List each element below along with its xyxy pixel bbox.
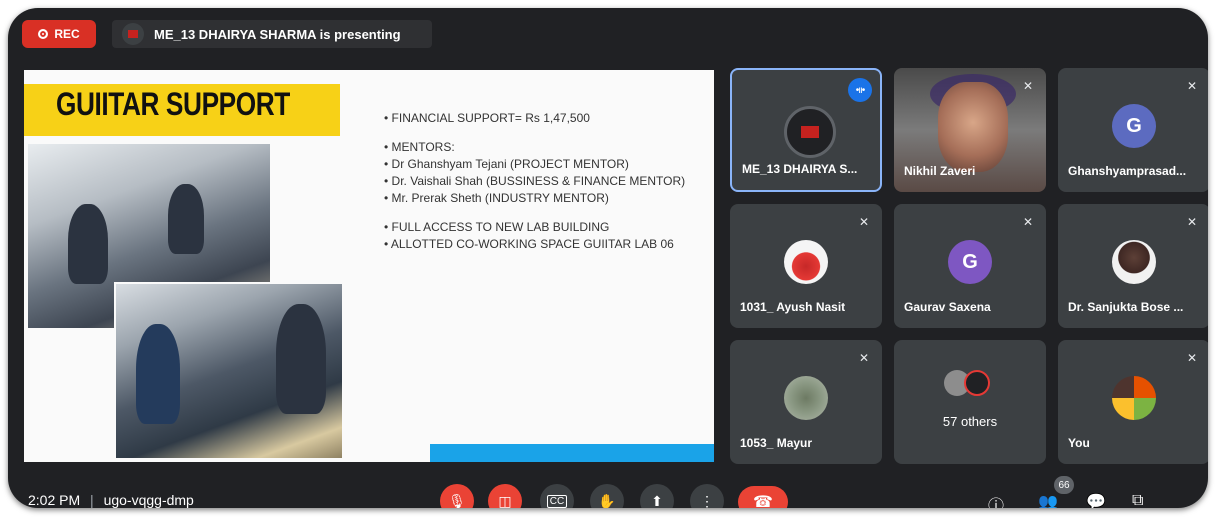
bullet-coworking: • ALLOTTED CO-WORKING SPACE GUIITAR LAB …: [384, 237, 674, 251]
participant-tile[interactable]: ✕ 1053_ Mayur: [730, 340, 882, 464]
photo-person: [168, 184, 204, 254]
participant-tile[interactable]: ✕ G Gaurav Saxena: [894, 204, 1046, 328]
raise-hand-button[interactable]: ✋: [590, 484, 624, 508]
bullet-mentor-1: • Dr Ghanshyam Tejani (PROJECT MENTOR): [384, 157, 629, 171]
slide-title: GUIITAR SUPPORT: [56, 86, 290, 122]
speaking-indicator-icon: •ıı•: [848, 78, 872, 102]
meet-window: REC ME_13 DHAIRYA SHARMA is presenting G…: [8, 8, 1208, 508]
avatar: [784, 240, 828, 284]
participant-tile[interactable]: •ıı• ME_13 DHAIRYA S...: [730, 68, 882, 192]
participant-tile-you[interactable]: ✕ You: [1058, 340, 1208, 464]
slide-photo-lab-2: [114, 282, 344, 460]
mic-off-icon: ✕: [1022, 215, 1034, 229]
present-screen-icon: ⬆: [651, 492, 663, 509]
meeting-info-text: 2:02 PM | ugo-vqgg-dmp: [28, 492, 194, 508]
participant-tile[interactable]: ✕ Dr. Sanjukta Bose ...: [1058, 204, 1208, 328]
participant-name: Nikhil Zaveri: [904, 164, 976, 178]
mic-off-icon: ✕: [1186, 79, 1198, 93]
avatar: [784, 106, 836, 158]
avatar: G: [948, 240, 992, 284]
presenting-text: ME_13 DHAIRYA SHARMA is presenting: [154, 26, 401, 42]
bullet-mentor-2: • Dr. Vaishali Shah (BUSSINESS & FINANCE…: [384, 174, 686, 188]
bullet-lab-access: • FULL ACCESS TO NEW LAB BUILDING: [384, 220, 610, 234]
camera-off-icon: ◫: [498, 492, 512, 509]
participant-tile[interactable]: ✕ G Ghanshyamprasad...: [1058, 68, 1208, 192]
recording-badge: REC: [22, 20, 96, 48]
bullet-financial: • FINANCIAL SUPPORT= Rs 1,47,500: [384, 111, 590, 125]
info-icon[interactable]: ⓘ: [988, 492, 1004, 508]
participant-tile[interactable]: ✕ Nikhil Zaveri: [894, 68, 1046, 192]
avatar: [964, 370, 990, 396]
more-options-button[interactable]: ⋮: [690, 484, 724, 508]
participant-name: Ghanshyamprasad...: [1068, 164, 1187, 178]
leave-call-button[interactable]: ☎: [738, 486, 788, 508]
presenter-avatar: [122, 23, 144, 45]
people-count-badge: 66: [1054, 476, 1074, 494]
mic-off-icon: ✕: [1186, 351, 1198, 365]
mic-off-icon: 🎙: [448, 492, 466, 509]
slide-bullets: • FINANCIAL SUPPORT= Rs 1,47,500 • MENTO…: [384, 110, 685, 253]
photo-person: [276, 304, 326, 414]
mic-off-button[interactable]: 🎙: [440, 484, 474, 508]
hang-up-icon: ☎: [753, 494, 773, 508]
people-icon[interactable]: 👥: [1038, 492, 1058, 508]
avatar-letter: G: [962, 250, 978, 273]
chat-icon[interactable]: 💬: [1086, 492, 1106, 508]
bullet-mentors: • MENTORS:: [384, 140, 455, 154]
shared-screen-slide: GUIITAR SUPPORT • FINANCIAL SUPPORT= Rs …: [24, 70, 714, 462]
participant-name: 1031_ Ayush Nasit: [740, 300, 846, 314]
mic-off-icon: ✕: [1022, 79, 1034, 93]
presenter-logo-icon: [128, 30, 138, 38]
captions-button[interactable]: CC: [540, 484, 574, 508]
participant-name: Gaurav Saxena: [904, 300, 991, 314]
slide-accent-bar: [430, 444, 714, 462]
avatar: [1112, 240, 1156, 284]
record-dot-icon: [38, 29, 49, 39]
raise-hand-icon: ✋: [598, 492, 616, 509]
current-time: 2:02 PM: [28, 492, 81, 508]
participant-video: [938, 82, 1008, 172]
recording-label: REC: [54, 27, 80, 41]
more-options-icon: ⋮: [700, 492, 714, 509]
present-now-button[interactable]: ⬆: [640, 484, 674, 508]
mic-off-icon: ✕: [858, 351, 870, 365]
avatar-letter: G: [1126, 114, 1142, 137]
bottom-control-bar: 2:02 PM | ugo-vqgg-dmp 🎙 ◫ CC ✋ ⬆ ⋮ ☎ ⓘ …: [8, 476, 1208, 508]
participant-name: You: [1068, 436, 1090, 450]
presenting-banner[interactable]: ME_13 DHAIRYA SHARMA is presenting: [112, 20, 432, 48]
mic-off-icon: ✕: [1186, 215, 1198, 229]
camera-off-button[interactable]: ◫: [488, 484, 522, 508]
others-count: 57 others: [942, 414, 998, 429]
participant-tile-others[interactable]: 57 others: [894, 340, 1046, 464]
bullet-mentor-3: • Mr. Prerak Sheth (INDUSTRY MENTOR): [384, 191, 609, 205]
photo-person: [136, 324, 180, 424]
activities-icon[interactable]: ⧉: [1132, 492, 1143, 508]
photo-person: [68, 204, 108, 284]
closed-captions-icon: CC: [546, 494, 568, 508]
meeting-code: ugo-vqgg-dmp: [103, 492, 194, 508]
participant-tile[interactable]: ✕ 1031_ Ayush Nasit: [730, 204, 882, 328]
mic-off-icon: ✕: [858, 215, 870, 229]
participant-name: Dr. Sanjukta Bose ...: [1068, 300, 1184, 314]
separator: |: [90, 492, 94, 508]
participant-name: ME_13 DHAIRYA S...: [742, 162, 858, 176]
avatar: G: [1112, 104, 1156, 148]
avatar: [1112, 376, 1156, 420]
top-bar: REC ME_13 DHAIRYA SHARMA is presenting: [8, 8, 1208, 60]
participant-name: 1053_ Mayur: [740, 436, 813, 450]
avatar: [784, 376, 828, 420]
